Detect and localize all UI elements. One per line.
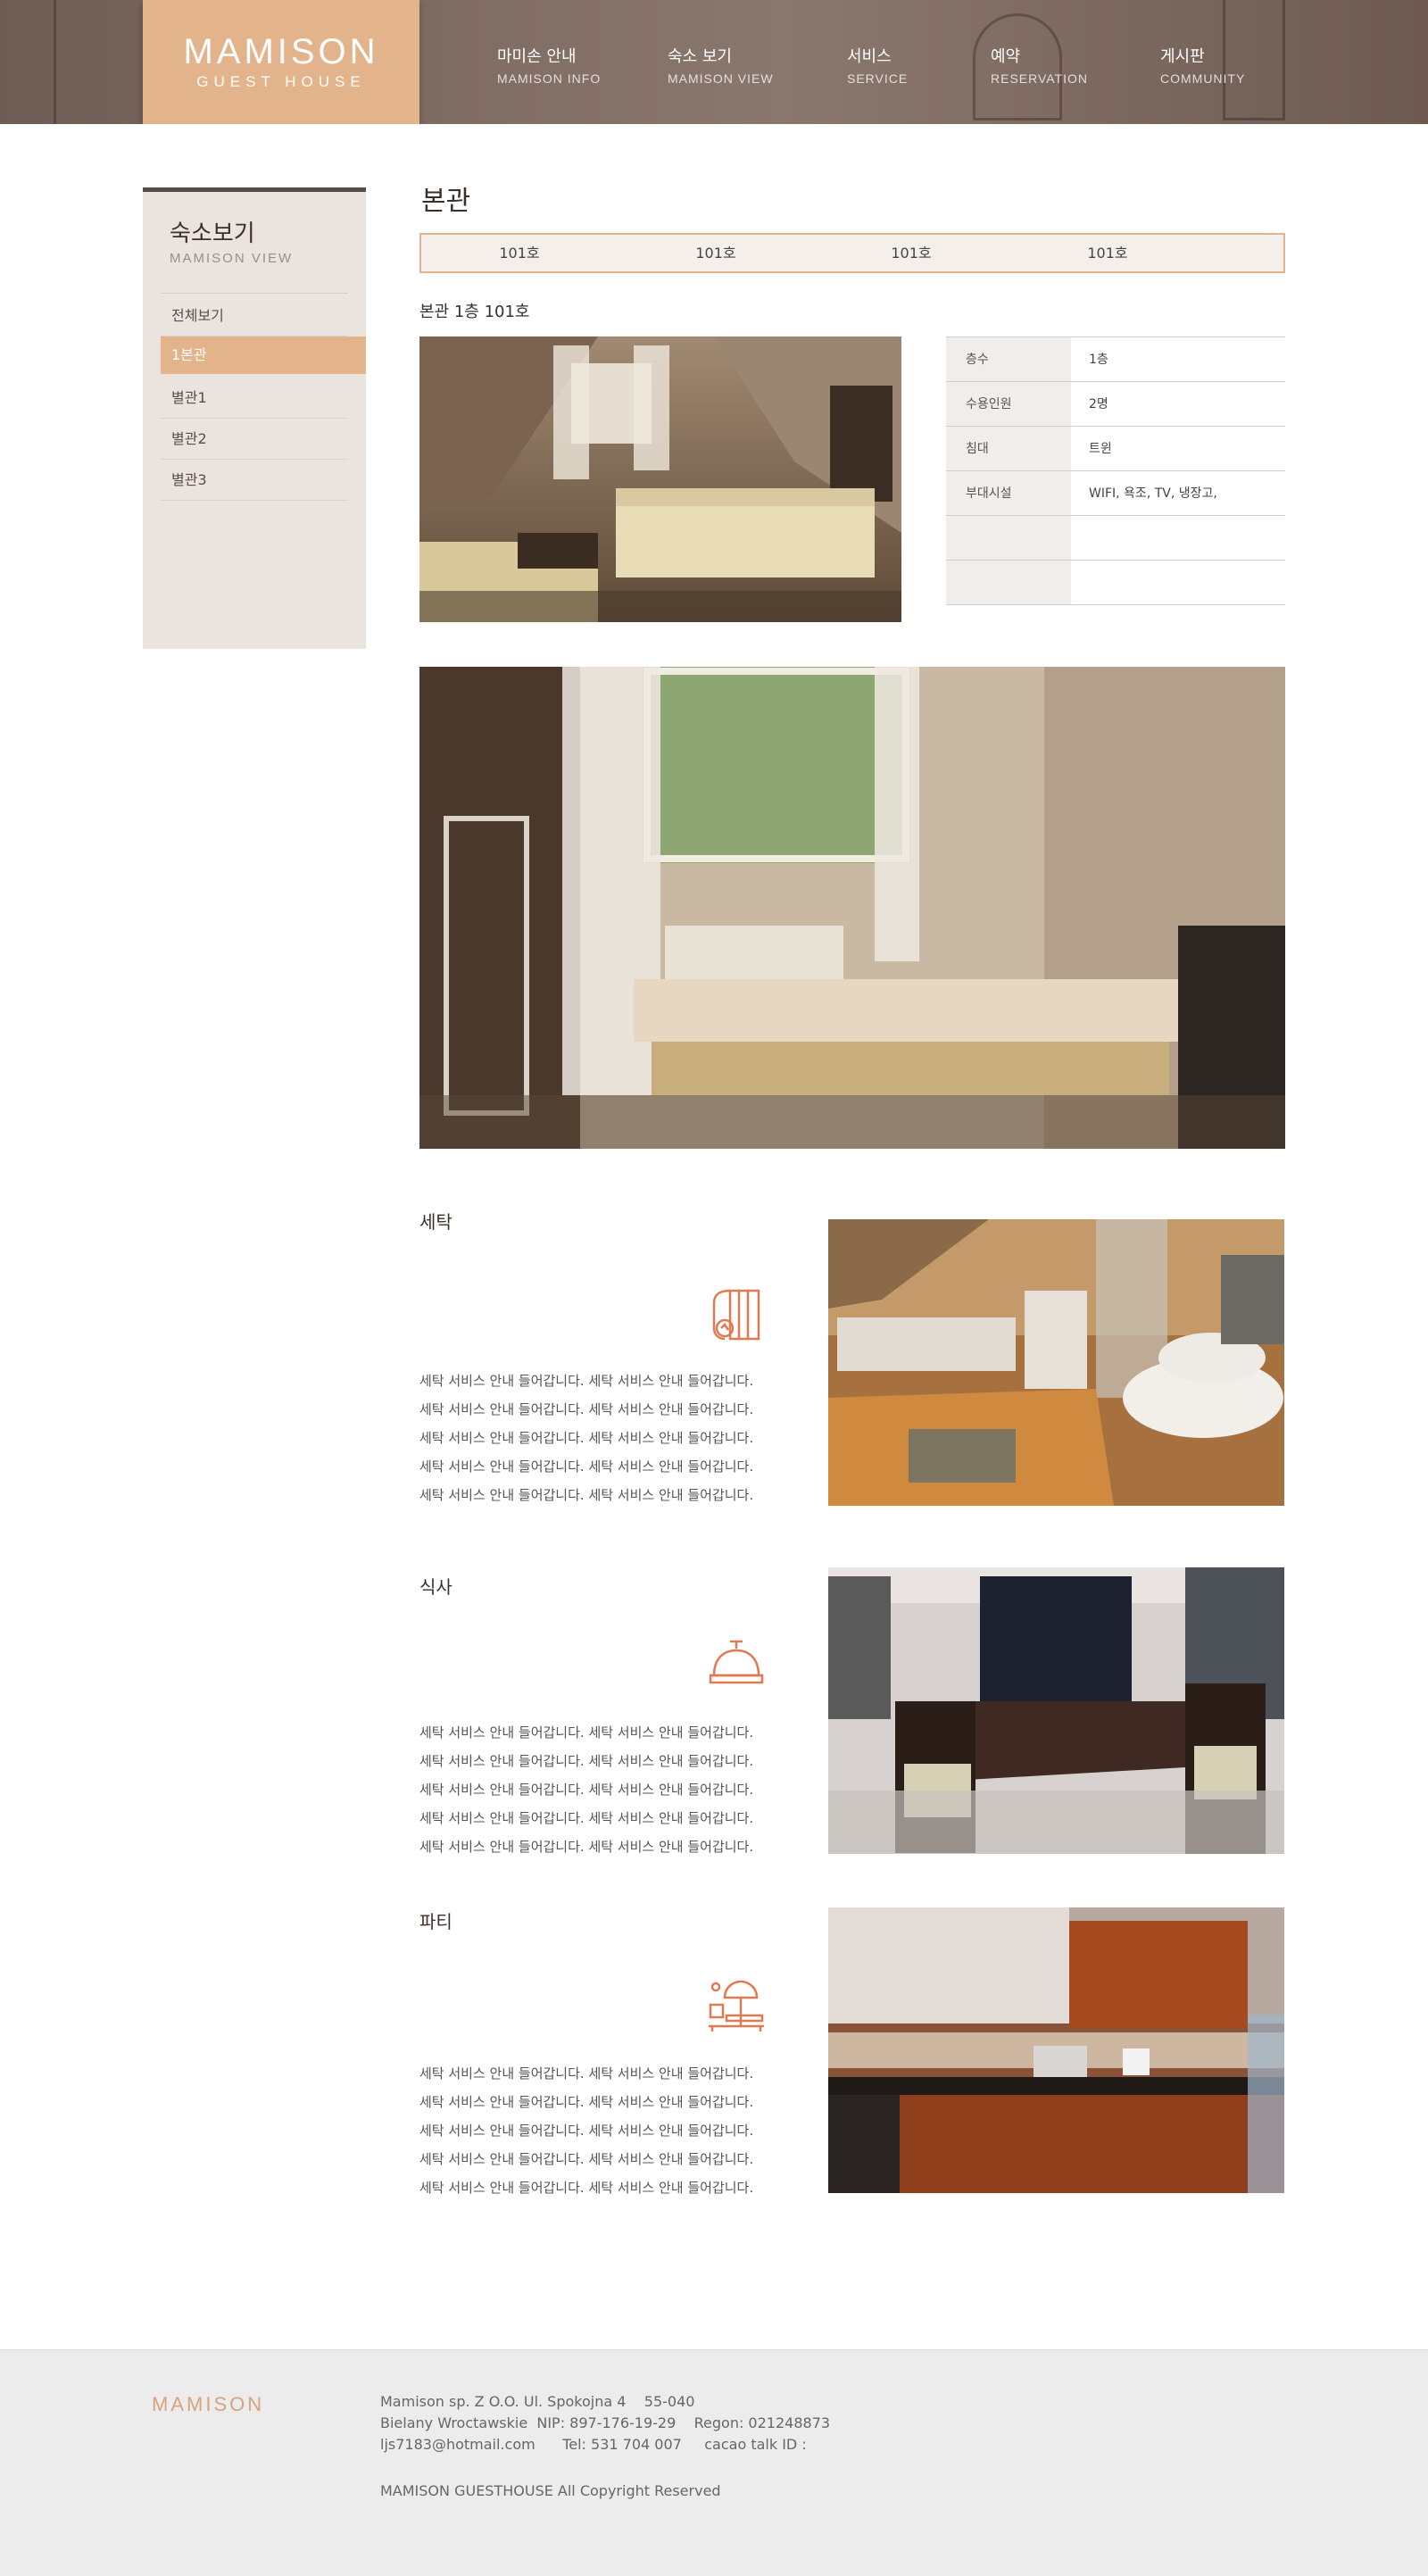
section-line: 세탁 서비스 안내 들어갑니다. 세탁 서비스 안내 들어갑니다. [419,2180,754,2196]
section-title-party: 파티 [419,1911,452,1932]
section-line: 세탁 서비스 안내 들어갑니다. 세탁 서비스 안내 들어갑니다. [419,2094,754,2110]
nav-item-community[interactable]: 게시판 COMMUNITY [1160,46,1245,86]
tab-room-4[interactable]: 101호 [1009,235,1206,271]
table-value [1071,561,1285,604]
meal-photo [828,1567,1284,1854]
sidebar-item-annex1[interactable]: 별관1 [161,378,348,419]
page-title: 본관 [421,186,471,217]
footer-logo: MAMISON [152,2393,265,2415]
nav-label: 예약 [991,47,1021,66]
party-table-icon [705,1974,768,2037]
table-value: 1층 [1089,353,1108,367]
site-logo[interactable]: MAMISON GUEST HOUSE [143,0,419,124]
footer-business-info: Bielany Wroctawskie NIP: 897-176-19-29 R… [380,2414,831,2431]
tab-room-1[interactable]: 101호 [421,235,618,271]
sidebar-item-main-building[interactable]: 1본관 [161,337,366,374]
section-line: 세탁 서비스 안내 들어갑니다. 세탁 서비스 안내 들어갑니다. [419,1810,754,1826]
section-text-laundry: 세탁 서비스 안내 들어갑니다. 세탁 서비스 안내 들어갑니다. 세탁 서비스… [419,1367,794,1509]
nav-item-info[interactable]: 마미손 안내 MAMISON INFO [497,46,601,86]
section-line: 세탁 서비스 안내 들어갑니다. 세탁 서비스 안내 들어갑니다. [419,1458,754,1475]
nav-item-service[interactable]: 서비스 SERVICE [847,46,908,86]
tab-room-3[interactable]: 101호 [813,235,1009,271]
service-bell-icon [705,1636,768,1699]
nav-sublabel: MAMISON INFO [497,71,602,86]
section-line: 세탁 서비스 안내 들어갑니다. 세탁 서비스 안내 들어갑니다. [419,1753,754,1769]
room-subtitle: 본관 1층 101호 [419,303,530,321]
section-line: 세탁 서비스 안내 들어갑니다. 세탁 서비스 안내 들어갑니다. [419,1373,754,1389]
table-value [1071,516,1285,560]
table-row: 층수 1층 [946,337,1285,382]
divider [161,293,348,294]
nav-item-view[interactable]: 숙소 보기 MAMISON VIEW [668,46,774,86]
nav-label: 마미손 안내 [497,47,577,66]
section-line: 세탁 서비스 안내 들어갑니다. 세탁 서비스 안내 들어갑니다. [419,2123,754,2139]
tab-room-2[interactable]: 101호 [618,235,814,271]
section-title-laundry: 세탁 [419,1211,452,1233]
table-row: 부대시설 WIFI, 욕조, TV, 냉장고, [946,471,1285,516]
nav-sublabel: MAMISON VIEW [668,71,774,86]
room-photo-large [419,667,1285,1149]
sidebar-menu: 전체보기 1본관 별관1 별관2 별관3 [161,295,366,501]
section-text-meal: 세탁 서비스 안내 들어갑니다. 세탁 서비스 안내 들어갑니다. 세탁 서비스… [419,1718,794,1861]
footer-copyright: MAMISON GUESTHOUSE All Copyright Reserve… [380,2482,721,2499]
section-line: 세탁 서비스 안내 들어갑니다. 세탁 서비스 안내 들어갑니다. [419,1401,754,1417]
table-value: 트윈 [1089,442,1112,456]
laundry-icon [705,1284,768,1346]
logo-subtitle: GUEST HOUSE [196,73,366,90]
footer-contact: ljs7183@hotmail.com Tel: 531 704 007 cac… [380,2436,807,2453]
nav-sublabel: SERVICE [847,71,909,86]
sidebar-subtitle: MAMISON VIEW [170,251,294,266]
table-value: WIFI, 욕조, TV, 냉장고, [1089,486,1217,501]
logo-title: MAMISON [183,32,379,71]
sidebar-item-all[interactable]: 전체보기 [161,295,348,337]
table-key: 수용인원 [946,382,1071,426]
site-footer: MAMISON Mamison sp. Z O.O. Ul. Spokojna … [0,2349,1428,2576]
site-header: MAMISON GUEST HOUSE 마미손 안내 MAMISON INFO … [0,0,1428,124]
table-row [946,516,1285,561]
party-photo [828,1907,1284,2193]
table-key [946,516,1071,560]
nav-label: 서비스 [847,47,892,66]
sidebar-item-annex3[interactable]: 별관3 [161,460,348,501]
sidebar: 숙소보기 MAMISON VIEW 전체보기 1본관 별관1 별관2 별관3 [143,187,366,649]
section-text-party: 세탁 서비스 안내 들어갑니다. 세탁 서비스 안내 들어갑니다. 세탁 서비스… [419,2059,794,2202]
table-value: 2명 [1089,397,1108,411]
table-row [946,561,1285,605]
room-info-table: 층수 1층 수용인원 2명 침대 트윈 부대시설 WIFI, 욕조, TV, 냉장고, [946,337,1285,605]
nav-sublabel: COMMUNITY [1160,71,1246,86]
laundry-photo [828,1219,1284,1506]
section-line: 세탁 서비스 안내 들어갑니다. 세탁 서비스 안내 들어갑니다. [419,1430,754,1446]
table-key [946,561,1071,604]
sidebar-item-annex2[interactable]: 별관2 [161,419,348,460]
table-row: 수용인원 2명 [946,382,1285,427]
room-tabs: 101호 101호 101호 101호 [419,233,1285,273]
section-line: 세탁 서비스 안내 들어갑니다. 세탁 서비스 안내 들어갑니다. [419,1839,754,1855]
table-key: 침대 [946,427,1071,470]
table-row: 침대 트윈 [946,427,1285,471]
sidebar-title: 숙소보기 [170,220,255,247]
section-line: 세탁 서비스 안내 들어갑니다. 세탁 서비스 안내 들어갑니다. [419,2151,754,2167]
nav-label: 숙소 보기 [668,47,732,66]
nav-sublabel: RESERVATION [991,71,1089,86]
section-line: 세탁 서비스 안내 들어갑니다. 세탁 서비스 안내 들어갑니다. [419,2065,754,2082]
section-line: 세탁 서비스 안내 들어갑니다. 세탁 서비스 안내 들어갑니다. [419,1724,754,1741]
section-line: 세탁 서비스 안내 들어갑니다. 세탁 서비스 안내 들어갑니다. [419,1782,754,1798]
nav-item-reservation[interactable]: 예약 RESERVATION [991,46,1088,86]
section-line: 세탁 서비스 안내 들어갑니다. 세탁 서비스 안내 들어갑니다. [419,1487,754,1503]
room-photo [419,337,901,622]
section-title-meal: 식사 [419,1576,452,1598]
footer-address: Mamison sp. Z O.O. Ul. Spokojna 4 55-040 [380,2393,695,2410]
nav-label: 게시판 [1160,47,1205,66]
table-key: 부대시설 [946,471,1071,515]
table-key: 층수 [946,337,1071,381]
